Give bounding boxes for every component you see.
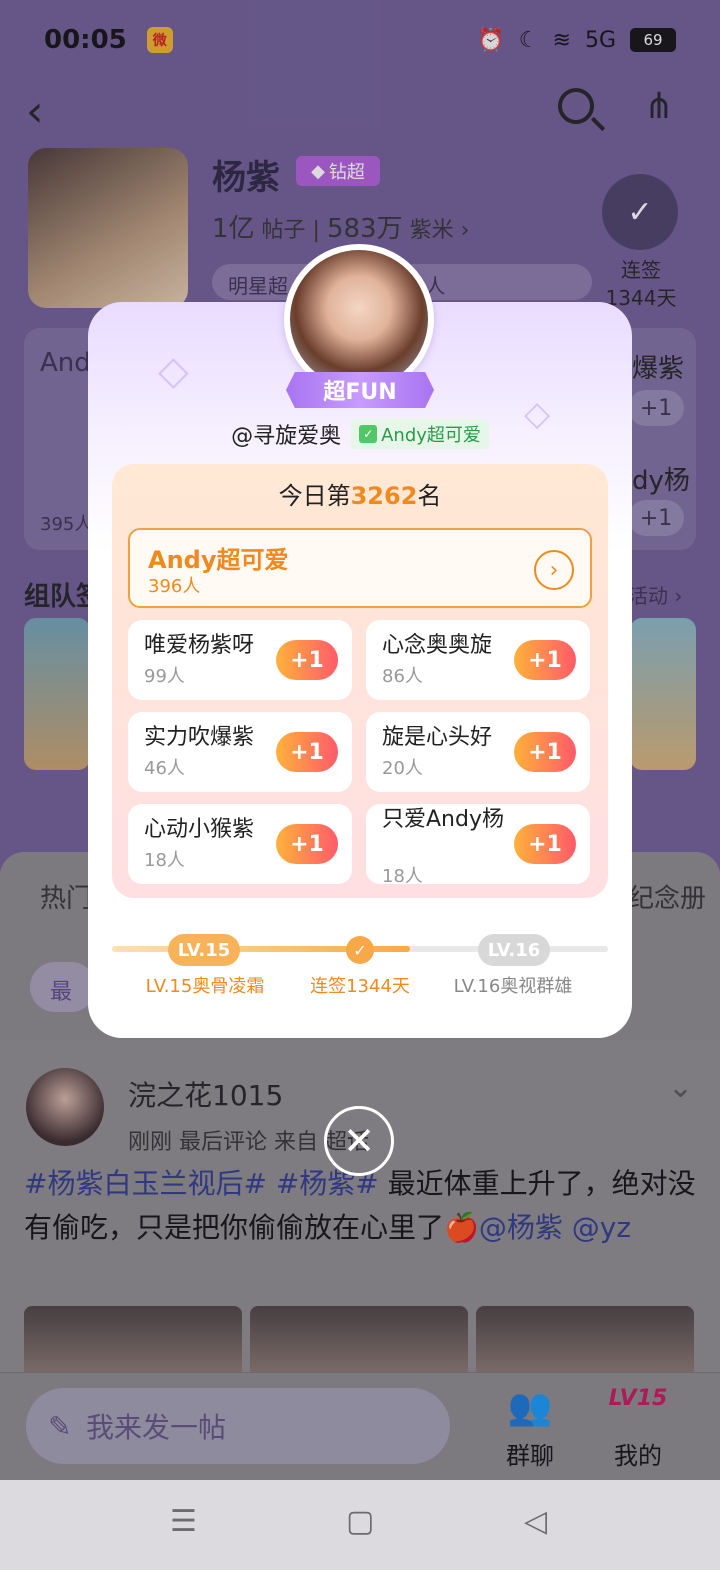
rank-title: 今日第3262名 <box>112 476 608 511</box>
group-name: 心念奥奥旋 <box>382 633 493 658</box>
next-level-label: LV.16奥视群雄 <box>453 976 573 997</box>
next-level-pill: LV.16 <box>478 934 550 966</box>
group-count: 18人 <box>144 850 185 871</box>
diamond-decor-icon: ◇ <box>158 348 189 394</box>
check-icon: ✓ <box>346 936 374 964</box>
chevron-right-icon[interactable]: › <box>534 550 574 590</box>
group-card[interactable]: 心念奥奥旋 86人 +1 <box>366 620 590 700</box>
group-card[interactable]: 唯爱杨紫呀 99人 +1 <box>128 620 352 700</box>
group-count: 18人 <box>382 866 423 887</box>
group-count: 20人 <box>382 758 423 779</box>
group-count: 46人 <box>144 758 185 779</box>
check-icon: ✓ <box>359 425 378 443</box>
plus-one-button[interactable]: +1 <box>276 640 338 680</box>
user-group-tag-label: Andy超可爱 <box>381 425 481 446</box>
rank-suffix: 名 <box>417 482 442 510</box>
group-name: 只爱Andy杨 <box>382 807 504 832</box>
current-level-pill: LV.15 <box>168 934 240 966</box>
group-name: 心动小猴紫 <box>144 817 255 842</box>
group-card[interactable]: 只爱Andy杨 18人 +1 <box>366 804 590 887</box>
plus-one-button[interactable]: +1 <box>276 732 338 772</box>
rank-number: 3262 <box>350 482 418 510</box>
rank-prefix: 今日第 <box>278 482 351 510</box>
plus-one-button[interactable]: +1 <box>514 640 576 680</box>
user-handle: @寻旋爱奥 <box>231 424 342 449</box>
group-name: 实力吹爆紫 <box>144 725 255 750</box>
group-count: 86人 <box>382 666 423 687</box>
group-card[interactable]: 心动小猴紫 18人 +1 <box>128 804 352 884</box>
group-count: 99人 <box>144 666 185 687</box>
streak-label: 连签1344天 <box>310 976 410 997</box>
group-name: Andy超可爱 <box>148 546 289 574</box>
plus-one-button[interactable]: +1 <box>514 732 576 772</box>
group-name: 唯爱杨紫呀 <box>144 633 255 658</box>
plus-one-button[interactable]: +1 <box>514 824 576 864</box>
group-card[interactable]: 旋是心头好 20人 +1 <box>366 712 590 792</box>
user-group-tag: ✓ Andy超可爱 <box>351 419 489 449</box>
current-group-card[interactable]: Andy超可爱 396人 › <box>128 528 592 608</box>
close-icon[interactable]: ✕ <box>324 1106 394 1176</box>
plus-one-button[interactable]: +1 <box>276 824 338 864</box>
fun-ribbon: 超FUN <box>286 372 434 408</box>
current-level-label: LV.15奥骨凌霜 <box>145 976 265 997</box>
group-card[interactable]: 实力吹爆紫 46人 +1 <box>128 712 352 792</box>
avatar <box>284 244 434 394</box>
user-info: @寻旋爱奥 ✓ Andy超可爱 <box>88 418 632 450</box>
group-count: 396人 <box>148 576 201 597</box>
group-name: 旋是心头好 <box>382 725 493 750</box>
